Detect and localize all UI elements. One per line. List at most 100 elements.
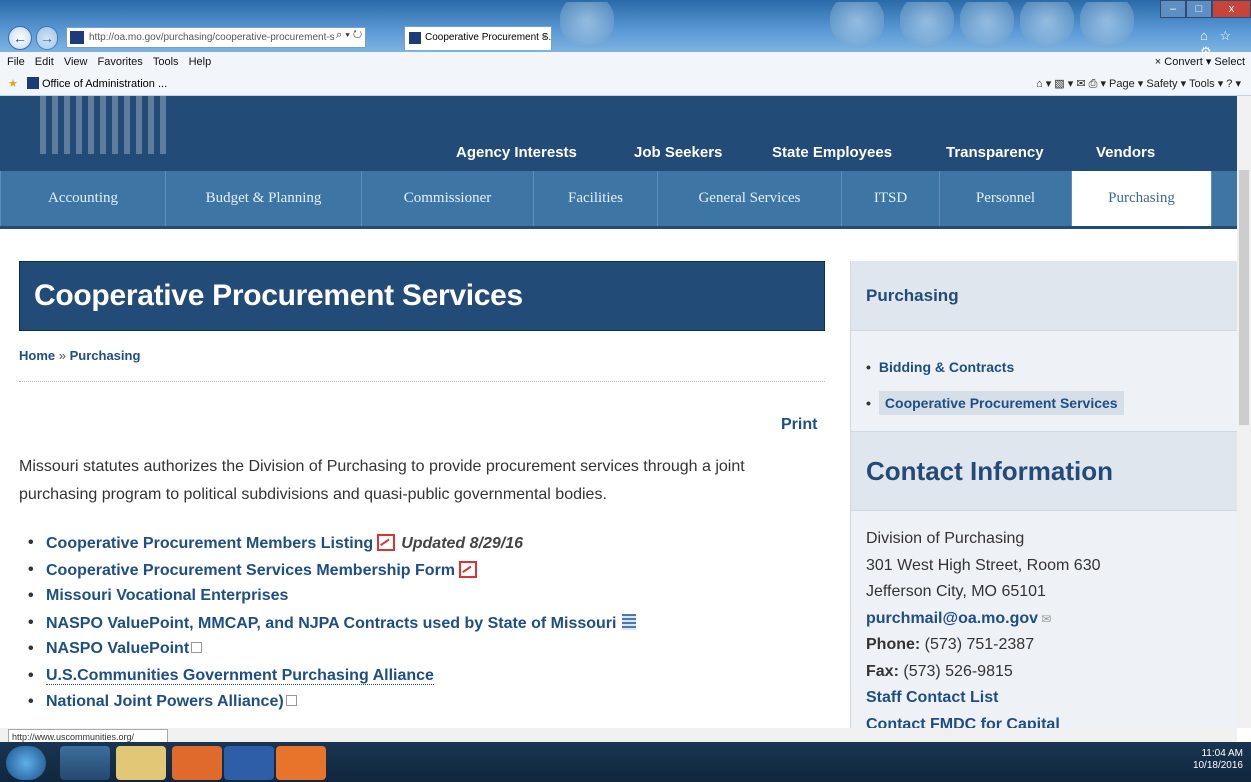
updated-note: Updated 8/29/16: [401, 535, 524, 552]
address-url: http://oa.mo.gov/purchasing/cooperative-…: [89, 32, 335, 43]
site-header: Agency Interests Job Seekers State Emplo…: [0, 96, 1237, 171]
page-title-banner: Cooperative Procurement Services: [19, 261, 825, 331]
powerpoint-taskbar-icon[interactable]: [276, 746, 326, 780]
menu-file[interactable]: File: [7, 56, 25, 68]
horizontal-scrollbar[interactable]: [0, 728, 1237, 742]
close-button[interactable]: x: [1212, 0, 1251, 18]
membership-form-link[interactable]: Cooperative Procurement Services Members…: [46, 562, 455, 579]
division-nav: Accounting Budget & Planning Commissione…: [0, 171, 1237, 229]
document-icon: [622, 613, 637, 630]
breadcrumb-separator: »: [58, 348, 66, 363]
pdf-icon: [377, 534, 396, 551]
tab-close-icon[interactable]: ×: [541, 27, 547, 49]
list-item: NASPO ValuePoint: [28, 640, 836, 667]
web-page: Agency Interests Job Seekers State Emplo…: [0, 96, 1237, 728]
tab-budget-planning[interactable]: Budget & Planning: [166, 171, 362, 226]
staff-contact-link[interactable]: Staff Contact List: [866, 685, 1101, 712]
sidebar-item-bidding[interactable]: • Bidding & Contracts: [866, 359, 1014, 375]
system-tray[interactable]: 11:04 AM 10/18/2016: [1091, 742, 1251, 782]
clock-time: 11:04 AM: [1201, 748, 1243, 759]
sidebar-item-label: Cooperative Procurement Services: [878, 391, 1124, 415]
external-link-icon: [285, 695, 297, 706]
menu-edit[interactable]: Edit: [35, 56, 54, 68]
command-bar[interactable]: ⌂ ▾ ▧ ▾ ✉ ⎙ ▾ Page ▾ Safety ▾ Tools ▾ ? …: [1036, 72, 1241, 96]
phone-value: (573) 751-2387: [924, 636, 1035, 653]
window-controls: – □ x: [1160, 0, 1251, 20]
start-button[interactable]: [6, 746, 46, 780]
explorer-taskbar-icon[interactable]: [116, 746, 166, 780]
capitol-logo[interactable]: [40, 96, 170, 154]
favorites-star-icon[interactable]: ★: [8, 78, 18, 90]
tab-favicon: [409, 32, 421, 44]
menu-bar: File Edit View Favorites Tools Help × Co…: [0, 52, 1251, 72]
nav-transparency[interactable]: Transparency: [946, 144, 1044, 161]
list-item: Missouri Vocational Enterprises: [28, 587, 836, 614]
tab-facilities[interactable]: Facilities: [534, 171, 658, 226]
contracts-used-link[interactable]: NASPO ValuePoint, MMCAP, and NJPA Contra…: [46, 615, 616, 632]
menu-view[interactable]: View: [64, 56, 88, 68]
background-decoration: [1020, 2, 1074, 48]
address-bar[interactable]: http://oa.mo.gov/purchasing/cooperative-…: [66, 27, 366, 48]
minimize-button[interactable]: –: [1160, 0, 1186, 18]
external-link-icon: [191, 642, 203, 653]
bullet: •: [866, 359, 871, 375]
favorites-bar: ★ Office of Administration ... ⌂ ▾ ▧ ▾ ✉…: [0, 72, 1251, 96]
ie-taskbar-icon[interactable]: [60, 746, 110, 780]
tab-accounting[interactable]: Accounting: [0, 171, 166, 226]
convert-select-toolbar[interactable]: × Convert ▾ Select: [1155, 52, 1245, 72]
members-listing-link[interactable]: Cooperative Procurement Members Listing: [46, 535, 373, 552]
taskbar: [0, 742, 1251, 782]
menu-favorites[interactable]: Favorites: [98, 56, 143, 68]
outlook-taskbar-icon[interactable]: [172, 746, 222, 780]
nav-agency-interests[interactable]: Agency Interests: [456, 144, 577, 161]
us-communities-link[interactable]: U.S.Communities Government Purchasing Al…: [46, 666, 434, 685]
njpa-link[interactable]: National Joint Powers Alliance): [46, 693, 284, 710]
breadcrumb-home[interactable]: Home: [19, 348, 55, 363]
scrollbar-thumb[interactable]: [1239, 170, 1249, 425]
bullet: •: [866, 395, 871, 411]
divider: [19, 381, 825, 382]
list-item: NASPO ValuePoint, MMCAP, and NJPA Contra…: [28, 613, 836, 641]
contact-info: Division of Purchasing 301 West High Str…: [866, 526, 1101, 728]
contact-email-link[interactable]: purchmail@oa.mo.gov: [866, 610, 1038, 627]
tab-purchasing[interactable]: Purchasing: [1072, 171, 1212, 226]
maximize-button[interactable]: □: [1186, 0, 1212, 18]
sidebar-item-cooperative[interactable]: • Cooperative Procurement Services: [866, 391, 1124, 415]
clock-date: 10/18/2016: [1192, 760, 1243, 771]
background-decoration: [960, 2, 1014, 48]
address-tools[interactable]: ⌕ ▾ ↻: [336, 29, 362, 42]
vocational-enterprises-link[interactable]: Missouri Vocational Enterprises: [46, 587, 288, 604]
sidebar-heading: Purchasing: [851, 261, 1237, 331]
favorite-link[interactable]: Office of Administration ...: [42, 78, 167, 90]
print-link[interactable]: Print: [781, 416, 817, 434]
breadcrumb-purchasing[interactable]: Purchasing: [70, 348, 141, 363]
breadcrumb: Home » Purchasing: [19, 348, 140, 363]
nav-job-seekers[interactable]: Job Seekers: [634, 144, 722, 161]
list-item: Cooperative Procurement Services Members…: [28, 560, 836, 588]
tab-commissioner[interactable]: Commissioner: [362, 171, 534, 226]
naspo-valuepoint-link[interactable]: NASPO ValuePoint: [46, 640, 189, 657]
menu-tools[interactable]: Tools: [153, 56, 179, 68]
fax-value: (573) 526-9815: [903, 662, 1013, 680]
fax-label: Fax:: [866, 662, 899, 680]
tab-itsd[interactable]: ITSD: [842, 171, 940, 226]
email-icon: ✉: [1038, 611, 1052, 626]
pdf-icon: [459, 560, 478, 578]
background-decoration: [560, 2, 614, 48]
word-taskbar-icon[interactable]: [224, 746, 274, 780]
background-decoration: [900, 2, 954, 48]
fmdc-contact-link[interactable]: Contact FMDC for Capital: [866, 712, 1101, 729]
back-icon[interactable]: ←: [8, 26, 32, 50]
nav-state-employees[interactable]: State Employees: [772, 144, 892, 161]
tab-personnel[interactable]: Personnel: [940, 171, 1072, 226]
contact-city: Jefferson City, MO 65101: [866, 583, 1046, 600]
tab-general-services[interactable]: General Services: [658, 171, 842, 226]
list-item: Cooperative Procurement Members Listing U…: [28, 534, 836, 561]
browser-tab[interactable]: Cooperative Procurement S... ×: [404, 26, 552, 50]
forward-icon[interactable]: →: [36, 26, 58, 50]
page-title: Cooperative Procurement Services: [34, 279, 523, 312]
background-decoration: [830, 2, 884, 48]
menu-help[interactable]: Help: [189, 56, 212, 68]
contact-org: Division of Purchasing: [866, 530, 1025, 547]
nav-vendors[interactable]: Vendors: [1096, 144, 1155, 161]
